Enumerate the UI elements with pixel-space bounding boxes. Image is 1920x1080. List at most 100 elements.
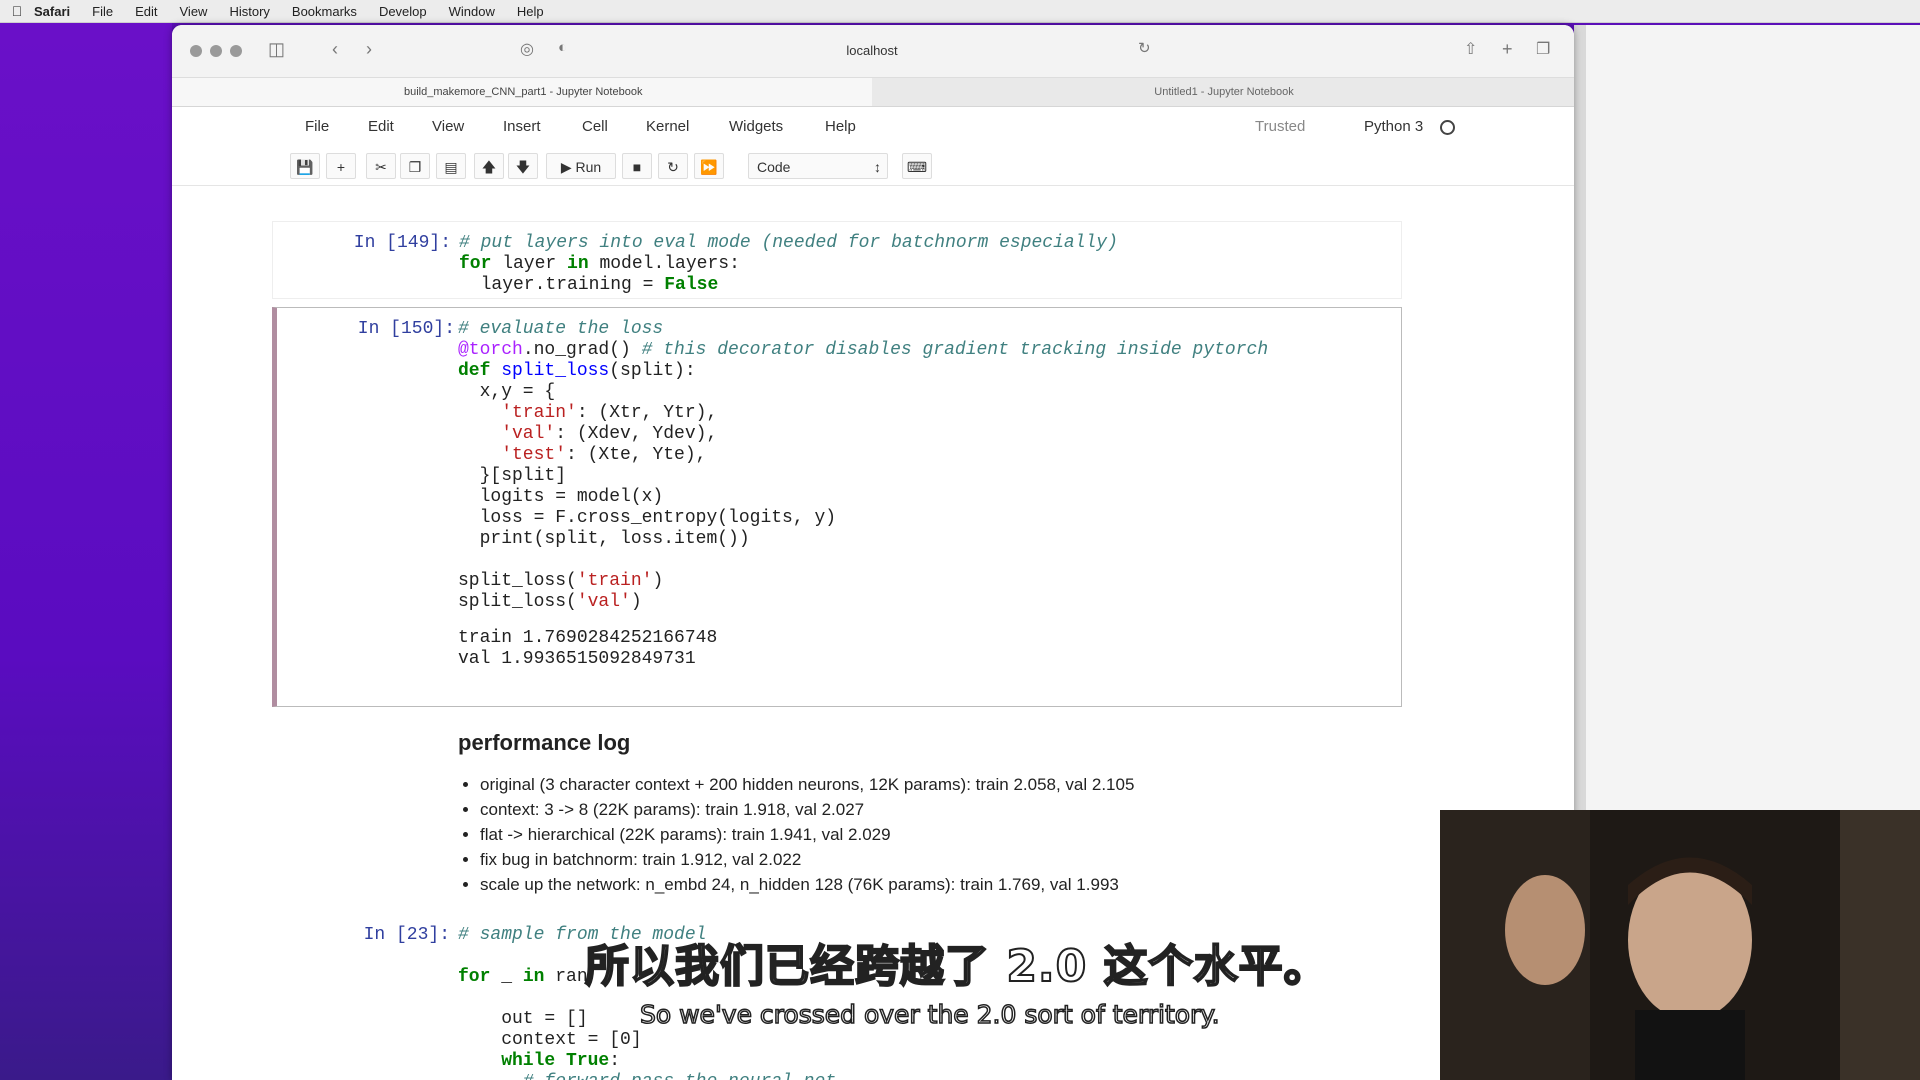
menu-edit[interactable]: Edit: [135, 4, 157, 19]
menu-safari[interactable]: Safari: [34, 4, 70, 19]
restart-icon[interactable]: ↻: [658, 153, 688, 179]
output-train-loss: train 1.7690284252166748: [458, 628, 718, 648]
code-text: out = []: [458, 1009, 588, 1029]
code-text: : (Xtr, Ytr),: [576, 403, 718, 423]
close-window-button[interactable]: [190, 45, 202, 57]
minimize-window-button[interactable]: [210, 45, 222, 57]
jupyter-menu-file[interactable]: File: [305, 118, 329, 135]
code-keyword: in: [522, 967, 545, 987]
markdown-cell-performance-log[interactable]: performance log original (3 character co…: [272, 720, 1402, 920]
code-keyword: True: [555, 1051, 610, 1071]
code-string: 'val': [576, 592, 631, 612]
fast-forward-icon[interactable]: ⏩: [694, 153, 724, 179]
zoom-window-button[interactable]: [230, 45, 242, 57]
code-text: print(split, loss.item()): [458, 529, 750, 549]
cell-type-select[interactable]: Code ↕: [748, 153, 888, 179]
code-cell-149[interactable]: In [149]: # put layers into eval mode (n…: [272, 221, 1402, 299]
markdown-heading: performance log: [458, 730, 631, 755]
code-text: x,y = {: [458, 382, 556, 402]
run-label: Run: [575, 159, 602, 175]
code-keyword: def: [458, 361, 491, 381]
subtitle-chinese: 所以我们已经跨越了 2.0 这个水平。: [584, 940, 1329, 993]
code-text: :: [609, 1051, 621, 1071]
code-text: ): [652, 571, 664, 591]
jupyter-menu-edit[interactable]: Edit: [368, 118, 394, 135]
stop-icon[interactable]: ■: [622, 153, 652, 179]
subtitle-english: So we've crossed over the 2.0 sort of te…: [639, 999, 1220, 1030]
tab-build-makemore[interactable]: build_makemore_CNN_part1 - Jupyter Noteb…: [172, 78, 872, 106]
code-text: loss = F.cross_entropy(logits, y): [458, 508, 837, 528]
menu-bookmarks[interactable]: Bookmarks: [292, 4, 357, 19]
desktop-background: [0, 23, 172, 1080]
menu-history[interactable]: History: [229, 4, 269, 19]
jupyter-menu-cell[interactable]: Cell: [582, 118, 608, 135]
move-down-icon[interactable]: 🡇: [508, 153, 538, 179]
new-tab-icon[interactable]: +: [1502, 39, 1513, 60]
trusted-indicator[interactable]: Trusted: [1255, 118, 1305, 135]
jupyter-menu-insert[interactable]: Insert: [503, 118, 541, 135]
privacy-icon[interactable]: ◎: [520, 39, 534, 59]
sidebar-icon[interactable]: ◫: [268, 39, 285, 60]
code-keyword: for: [458, 967, 491, 987]
jupyter-menu-kernel[interactable]: Kernel: [646, 118, 689, 135]
list-item: scale up the network: n_embd 24, n_hidde…: [480, 872, 1402, 897]
select-arrows-icon: ↕: [874, 159, 881, 175]
tab-untitled1[interactable]: Untitled1 - Jupyter Notebook: [874, 78, 1574, 106]
cut-icon[interactable]: ✂: [366, 153, 396, 179]
code-string: 'train': [576, 571, 653, 591]
window-divider[interactable]: [1574, 25, 1586, 810]
play-icon: ▶: [560, 159, 572, 175]
menu-view[interactable]: View: [180, 4, 208, 19]
list-item: original (3 character context + 200 hidd…: [480, 772, 1402, 797]
copy-icon[interactable]: ❐: [400, 153, 430, 179]
kernel-status-icon: [1440, 120, 1455, 135]
code-text: split_loss(: [458, 571, 577, 591]
apple-icon[interactable]: : [0, 3, 34, 19]
code-text: ): [630, 592, 642, 612]
menu-window[interactable]: Window: [449, 4, 495, 19]
code-text: layer: [491, 254, 568, 274]
address-bar[interactable]: localhost: [662, 39, 1082, 63]
run-button[interactable]: ▶ Run: [546, 153, 616, 179]
cell-code[interactable]: # evaluate the loss @torch.no_grad() # t…: [458, 319, 1268, 613]
tab-overview-icon[interactable]: ❐: [1536, 39, 1550, 59]
reload-icon[interactable]: ↻: [1138, 39, 1151, 57]
presenter-webcam-video: [1440, 810, 1920, 1080]
share-icon[interactable]: ⇧: [1464, 39, 1477, 59]
code-text: layer.training =: [459, 275, 665, 295]
cell-prompt: In [150]:: [357, 319, 455, 339]
code-keyword: in: [567, 254, 589, 274]
jupyter-menu-help[interactable]: Help: [825, 118, 856, 135]
code-keyword: while: [458, 1051, 556, 1071]
save-icon[interactable]: 💾: [290, 153, 320, 179]
code-function-name: split_loss: [490, 361, 610, 381]
code-keyword: False: [664, 275, 719, 295]
paste-icon[interactable]: ▤: [436, 153, 466, 179]
cell-code[interactable]: # put layers into eval mode (needed for …: [459, 233, 1118, 296]
keyboard-icon[interactable]: ⌨: [902, 153, 932, 179]
shield-icon[interactable]: ◐: [558, 39, 567, 56]
code-comment: # forward pass the neural net: [458, 1072, 836, 1080]
menu-file[interactable]: File: [92, 4, 113, 19]
code-cell-150-selected[interactable]: In [150]: # evaluate the loss @torch.no_…: [272, 307, 1402, 707]
performance-list: original (3 character context + 200 hidd…: [458, 772, 1402, 897]
browser-titlebar: ◫ ‹ › ◎ ◐ localhost ↻ ⇧ + ❐: [172, 25, 1574, 78]
back-icon[interactable]: ‹: [332, 39, 338, 60]
output-val-loss: val 1.9936515092849731: [458, 649, 696, 669]
code-string: 'val': [458, 424, 556, 444]
code-comment: # put layers into eval mode (needed for …: [459, 233, 1118, 253]
jupyter-menu-widgets[interactable]: Widgets: [729, 118, 783, 135]
move-up-icon[interactable]: 🡅: [474, 153, 504, 179]
jupyter-toolbar: 💾 + ✂ ❐ ▤ 🡅 🡇 ▶ Run ■ ↻ ⏩ Code ↕ ⌨: [172, 147, 1574, 186]
code-text: logits = model(x): [458, 487, 664, 507]
code-string: 'test': [458, 445, 567, 465]
forward-icon[interactable]: ›: [366, 39, 372, 60]
menu-help[interactable]: Help: [517, 4, 544, 19]
code-string: 'train': [458, 403, 577, 423]
menu-develop[interactable]: Develop: [379, 4, 427, 19]
cell-prompt: In [149]:: [353, 233, 451, 253]
jupyter-menu-view[interactable]: View: [432, 118, 464, 135]
tab-label: build_makemore_CNN_part1 - Jupyter Noteb…: [404, 86, 643, 98]
code-comment: # evaluate the loss: [458, 319, 664, 339]
add-cell-icon[interactable]: +: [326, 153, 356, 179]
